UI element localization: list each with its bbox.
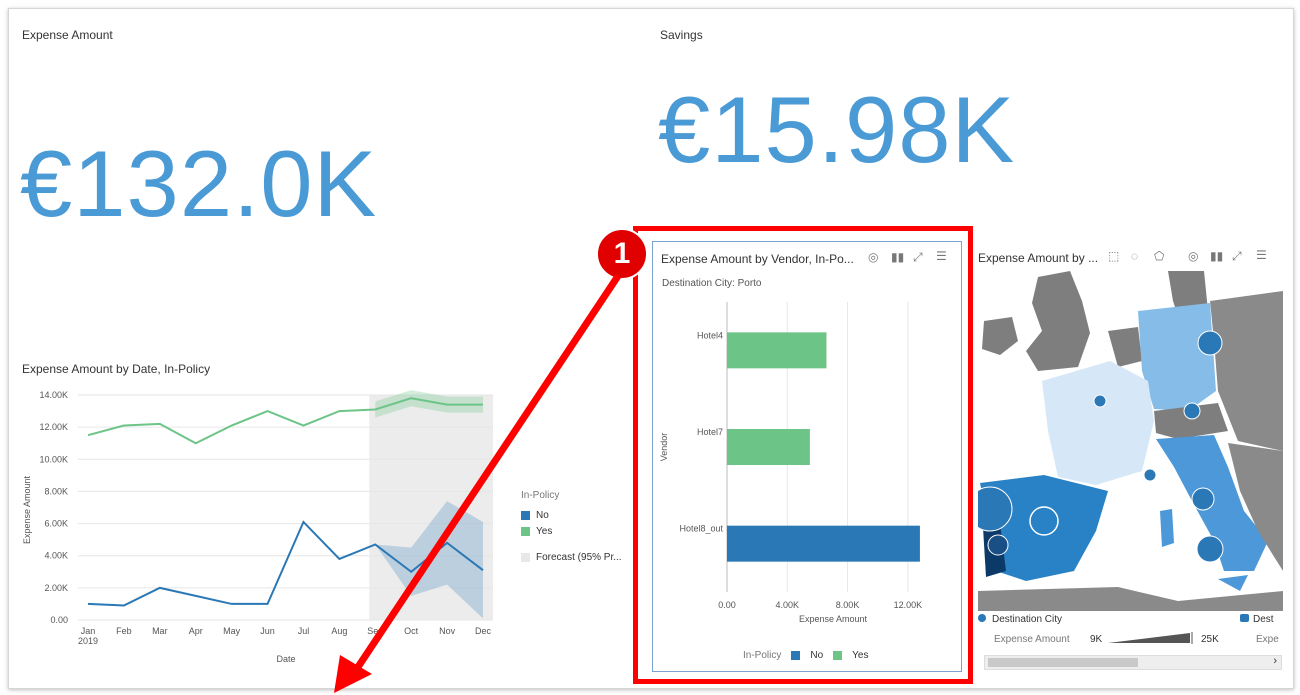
x-tick-label: Apr	[189, 626, 203, 636]
expense-total-value: €132.0K	[20, 131, 378, 236]
x-tick-label: Dec	[475, 626, 492, 636]
polygon-select-icon[interactable]: ⬠	[1154, 249, 1164, 263]
line-legend-title: In-Policy	[521, 490, 560, 501]
city-dot-icon	[978, 614, 986, 622]
map-legend-city[interactable]: Destination City	[978, 614, 1062, 625]
line-legend-no[interactable]: No	[521, 510, 549, 521]
y-tick-label: 12.00K	[39, 422, 68, 432]
map-card[interactable]: Expense Amount by ... ⬚ ◌ ⬠ ◎ ▮▮ ⤢ ☰ Des…	[978, 241, 1283, 670]
line-legend-forecast[interactable]: Forecast (95% Pr...	[521, 552, 622, 563]
line-chart-title: Expense Amount by Date, In-Policy	[22, 362, 211, 376]
annotation-badge: 1	[596, 228, 648, 280]
map-range-max: 25K	[1201, 634, 1219, 645]
scroll-right-icon[interactable]: ›	[1273, 655, 1277, 667]
x-tick-label: May	[223, 626, 241, 636]
x-tick-label: Jun	[260, 626, 275, 636]
map-title: Expense Amount by ...	[978, 251, 1099, 265]
lasso-icon[interactable]: ◌	[1131, 249, 1138, 263]
x-tick-label: Aug	[331, 626, 347, 636]
europe-map[interactable]	[978, 271, 1283, 611]
expense-tile-title: Expense Amount	[22, 28, 113, 42]
x-tick-label: Sep	[367, 626, 383, 636]
map-range-min: 9K	[1090, 634, 1103, 645]
y-tick-label: 4.00K	[44, 551, 68, 561]
annotation-highlight-box	[633, 226, 973, 684]
x-tick-label: Jul	[298, 626, 310, 636]
x-tick-label: Feb	[116, 626, 132, 636]
map-legend-dest-label: Dest	[1253, 614, 1274, 625]
y-tick-label: 0.00	[50, 615, 68, 625]
map-legend-dest[interactable]: Dest	[1240, 614, 1274, 625]
select-rect-icon[interactable]: ⬚	[1108, 249, 1119, 263]
y-tick-label: 2.00K	[44, 583, 68, 593]
line-legend-no-label: No	[536, 510, 549, 521]
x-tick-label: Mar	[152, 626, 168, 636]
map-chart-type-icon[interactable]: ▮▮	[1210, 249, 1223, 263]
map-legend-city-label: Destination City	[992, 614, 1063, 625]
scrollbar-thumb[interactable]	[988, 658, 1138, 667]
y-tick-label: 6.00K	[44, 519, 68, 529]
x-tick-label: Nov	[439, 626, 456, 636]
map-legend-amount-short: Expe	[1256, 634, 1279, 645]
savings-total-value: €15.98K	[658, 77, 1016, 182]
size-range-ramp	[1108, 632, 1193, 644]
line-legend-yes[interactable]: Yes	[521, 526, 552, 537]
y-tick-label: 8.00K	[44, 486, 68, 496]
line-legend-yes-label: Yes	[536, 526, 553, 537]
map-expand-icon[interactable]: ⤢	[1232, 249, 1242, 264]
map-menu-icon[interactable]: ☰	[1256, 248, 1267, 262]
y-axis-title: Expense Amount	[22, 475, 32, 544]
legend-swatch-no	[521, 511, 530, 520]
line-legend-forecast-label: Forecast (95% Pr...	[536, 552, 622, 563]
savings-tile-title: Savings	[660, 28, 703, 42]
x-year-label: 2019	[78, 636, 98, 646]
x-tick-label: Oct	[404, 626, 419, 636]
x-tick-label: Jan	[81, 626, 96, 636]
map-target-icon[interactable]: ◎	[1188, 249, 1198, 263]
map-horizontal-scrollbar[interactable]: ›	[984, 655, 1282, 670]
legend-swatch-forecast	[521, 553, 530, 562]
legend-swatch-yes	[521, 527, 530, 536]
y-tick-label: 14.00K	[39, 390, 68, 400]
line-chart[interactable]: 0.00 2.00K 4.00K 6.00K 8.00K 10.00K 12.00K 14.0…	[18, 385, 518, 670]
map-legend-amount: Expense Amount	[994, 634, 1070, 645]
x-axis-title: Date	[276, 654, 295, 664]
y-tick-label: 10.00K	[39, 454, 68, 464]
dest-shape-icon	[1240, 614, 1249, 622]
